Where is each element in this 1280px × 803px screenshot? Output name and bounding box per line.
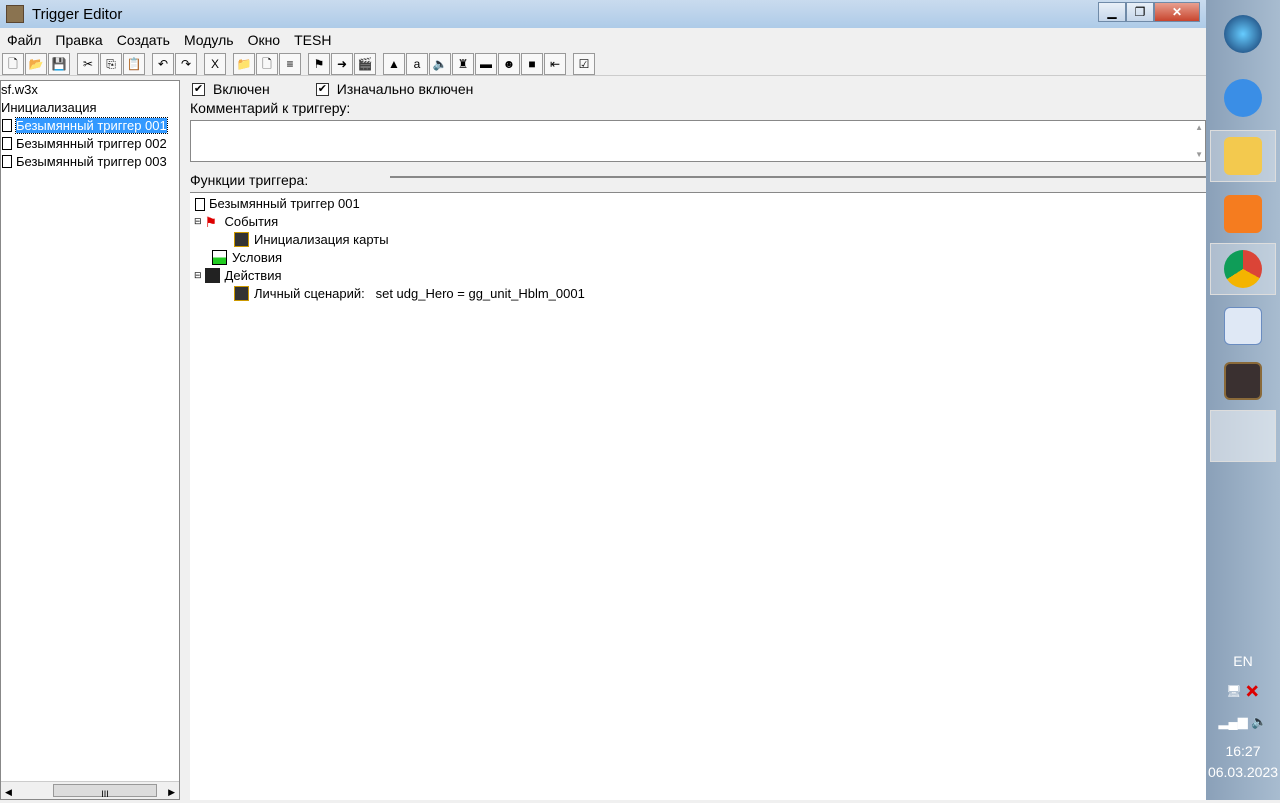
trigger-details: ✔ Включен ✔ Изначально включен Комментарий… [186,80,1206,800]
trigger-item[interactable]: Безымянный триггер 001 [1,117,179,135]
menu-window[interactable]: Окно [241,32,288,48]
comment-label: Комментарий к триггеру: [190,100,351,116]
toolbar-object-button[interactable]: ■ [521,52,543,75]
volume-icon[interactable]: 🔈 [1251,714,1267,729]
scroll-thumb[interactable]: III [53,784,157,799]
functions-tree: Безымянный триггер 001 ⊟ ⚑ События Инициал… [190,192,1206,800]
tree-events[interactable]: ⊟ ⚑ События [194,214,278,230]
trigger-editor-window: Trigger Editor ▁ ❐ ✕ Файл Правка Создать… [0,0,1206,800]
category-initialization[interactable]: Инициализация [1,99,179,117]
trigger-list-panel: sf.w3x Инициализация Безымянный триггер … [0,80,180,800]
trigger-editor-task[interactable] [1210,410,1276,462]
initially-on-checkbox[interactable]: ✔ Изначально включен [310,81,473,97]
condition-icon [212,250,227,265]
internet-explorer-icon[interactable] [1210,72,1276,124]
toolbar-trigger-button[interactable]: 🗋 [256,52,278,75]
trigger-item[interactable]: Безымянный триггер 002 [1,135,179,153]
clock-time[interactable]: 16:27 [1206,743,1280,759]
toolbar-unit-button[interactable]: ♜ [452,52,474,75]
menu-module[interactable]: Модуль [177,32,241,48]
gear-icon [234,286,249,301]
explorer-icon[interactable] [1210,130,1276,182]
toolbar-copy-button[interactable]: ⎘ [100,52,122,75]
red-flag-icon: ⚑ [204,214,218,230]
text-editor-icon[interactable] [1210,300,1276,352]
toolbar-paste-button[interactable]: 📋 [123,52,145,75]
menu-create[interactable]: Создать [110,32,177,48]
toolbar: 🗋 📂 💾 ✂ ⎘ 📋 ↶ ↷ X 📁 🗋 ≡ ⚑ ➜ 🎬 ▲ a 🔈 ♜ ▬ ☻ ■ ⇤ ☑ [0,52,1206,76]
map-root[interactable]: sf.w3x [1,81,179,99]
toolbar-comment-button[interactable]: ≡ [279,52,301,75]
taskbar: EN 🖥 ✖ ▂▄▆ 🔈 16:27 06.03.2023 [1206,0,1280,800]
horizontal-scrollbar[interactable]: ◀ III ▶ [1,781,179,799]
toolbar-redo-button[interactable]: ↷ [175,52,197,75]
toolbar-event-button[interactable]: ⚑ [308,52,330,75]
toolbar-undo-button[interactable]: ↶ [152,52,174,75]
tray-icons-2: ▂▄▆ 🔈 [1206,714,1280,730]
toolbar-sound-button[interactable]: 🔈 [429,52,451,75]
functions-label: Функции триггера: [190,172,309,188]
toolbar-delete-button[interactable]: X [204,52,226,75]
chrome-icon[interactable] [1210,243,1276,295]
trigger-item[interactable]: Безымянный триггер 003 [1,153,179,171]
toolbar-import-button[interactable]: ⇤ [544,52,566,75]
toolbar-condition-button[interactable]: ➜ [331,52,353,75]
document-icon [2,155,12,168]
toolbar-cut-button[interactable]: ✂ [77,52,99,75]
menu-tesh[interactable]: TESH [287,32,338,48]
toolbar-item-button[interactable]: ▬ [475,52,497,75]
warcraft-editor-icon[interactable] [1210,355,1276,407]
menu-edit[interactable]: Правка [48,32,109,48]
signal-icon[interactable]: ▂▄▆ [1218,714,1247,729]
toolbar-terrain-button[interactable]: ▲ [383,52,405,75]
app-icon [6,5,24,23]
tray-icons: 🖥 ✖ [1206,684,1280,698]
document-icon [195,198,205,211]
toolbar-ai-button[interactable]: ☻ [498,52,520,75]
clapperboard-icon [204,268,220,283]
minimize-button[interactable]: ▁ [1098,2,1126,22]
toolbar-save-button[interactable]: 💾 [48,52,70,75]
title-bar: Trigger Editor ▁ ❐ ✕ [0,0,1206,28]
toolbar-open-button[interactable]: 📂 [25,52,47,75]
start-button[interactable] [1210,8,1276,60]
toolbar-text-button[interactable]: a [406,52,428,75]
tree-actions[interactable]: ⊟ Действия [194,268,282,283]
enabled-checkbox[interactable]: ✔ Включен [186,81,270,97]
toolbar-folder-button[interactable]: 📁 [233,52,255,75]
tree-action-item[interactable]: Личный сценарий: set udg_Hero = gg_unit_… [234,286,585,301]
comment-textarea[interactable]: ▲ ▼ [190,120,1206,162]
media-player-icon[interactable] [1210,188,1276,240]
menu-file[interactable]: Файл [0,32,48,48]
close-button[interactable]: ✕ [1154,2,1200,22]
tree-trigger-root[interactable]: Безымянный триггер 001 [194,196,360,211]
toolbar-test-button[interactable]: ☑ [573,52,595,75]
power-icon[interactable]: ✖ [1245,684,1260,698]
document-icon [2,119,12,132]
restore-button[interactable]: ❐ [1126,2,1154,22]
toolbar-new-button[interactable]: 🗋 [2,52,24,75]
clock-date[interactable]: 06.03.2023 [1206,764,1280,780]
tree-event-item[interactable]: Инициализация карты [234,232,389,247]
menu-bar: Файл Правка Создать Модуль Окно TESH [0,28,1206,52]
gear-icon [234,232,249,247]
window-title: Trigger Editor [32,5,123,23]
toolbar-action-button[interactable]: 🎬 [354,52,376,75]
language-indicator[interactable]: EN [1206,653,1280,669]
document-icon [2,137,12,150]
network-display-icon[interactable]: 🖥 [1226,684,1241,698]
tree-conditions[interactable]: Условия [212,250,282,265]
